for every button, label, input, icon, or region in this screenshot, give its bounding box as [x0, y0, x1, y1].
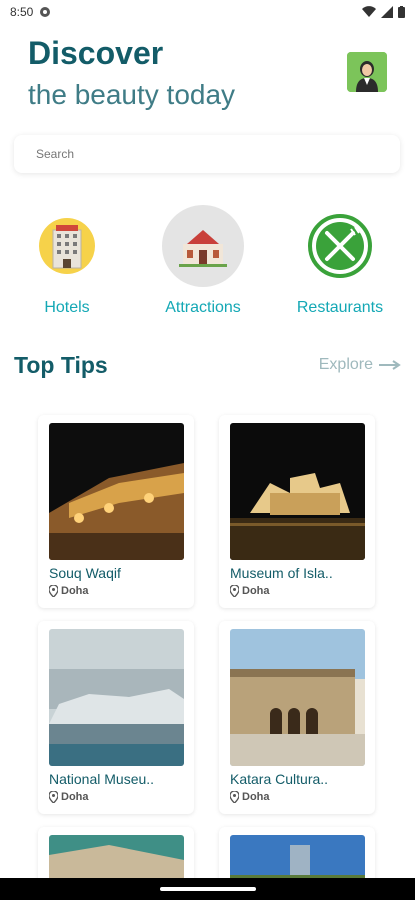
tip-location-text: Doha	[61, 791, 89, 803]
location-pin-icon	[230, 585, 239, 597]
tip-location: Doha	[230, 791, 270, 803]
category-label: Hotels	[44, 299, 90, 316]
tip-card[interactable]: National Museu.. Doha	[38, 621, 194, 814]
category-list: Hotels Attractions Restaurants	[0, 205, 415, 325]
tip-name: Museum of Isla..	[230, 565, 333, 581]
search-input[interactable]: Search	[14, 135, 400, 173]
location-pin-icon	[49, 585, 58, 597]
explore-link[interactable]: Explore	[319, 356, 401, 374]
tip-image	[49, 423, 184, 560]
status-bar: 8:50	[0, 0, 415, 24]
category-label: Attractions	[165, 299, 241, 316]
battery-icon	[398, 6, 405, 18]
tip-name: Katara Cultura..	[230, 771, 329, 787]
location-pin-icon	[230, 791, 239, 803]
tip-image	[230, 423, 365, 560]
hotel-icon	[26, 205, 108, 287]
attraction-icon	[162, 205, 244, 287]
tip-location-text: Doha	[242, 791, 270, 803]
header: Discover the beauty today	[28, 34, 235, 112]
section-title: Top Tips	[14, 352, 108, 378]
system-nav-bar	[0, 878, 415, 900]
page-subtitle: the beauty today	[28, 79, 236, 110]
tip-location: Doha	[230, 585, 270, 597]
tip-card[interactable]: Souq Waqif Doha	[38, 415, 194, 608]
app-notification-icon	[39, 6, 51, 18]
avatar[interactable]	[347, 52, 387, 92]
status-time: 8:50	[10, 5, 34, 19]
home-gesture-handle[interactable]	[160, 887, 256, 891]
tip-card[interactable]: Museum of Isla.. Doha	[219, 415, 375, 608]
signal-icon	[381, 6, 393, 18]
category-restaurants[interactable]: Restaurants	[285, 205, 395, 317]
explore-label: Explore	[318, 356, 373, 373]
page-title: Discover	[28, 35, 164, 71]
arrow-right-icon	[379, 360, 401, 370]
category-label: Restaurants	[296, 299, 384, 316]
tip-card[interactable]: Katara Cultura.. Doha	[219, 621, 375, 814]
location-pin-icon	[49, 791, 58, 803]
tip-image	[49, 629, 184, 766]
tip-image	[230, 629, 365, 766]
tip-name: National Museu..	[49, 771, 155, 787]
tip-name: Souq Waqif	[49, 565, 121, 581]
search-placeholder: Search	[36, 147, 75, 161]
tip-location-text: Doha	[242, 585, 270, 597]
category-hotels[interactable]: Hotels	[12, 205, 122, 317]
category-attractions[interactable]: Attractions	[148, 205, 258, 317]
tip-location-text: Doha	[61, 585, 89, 597]
tip-location: Doha	[49, 791, 89, 803]
restaurant-icon	[299, 205, 381, 287]
user-avatar-icon	[347, 52, 387, 92]
tip-location: Doha	[49, 585, 89, 597]
wifi-icon	[362, 6, 376, 18]
